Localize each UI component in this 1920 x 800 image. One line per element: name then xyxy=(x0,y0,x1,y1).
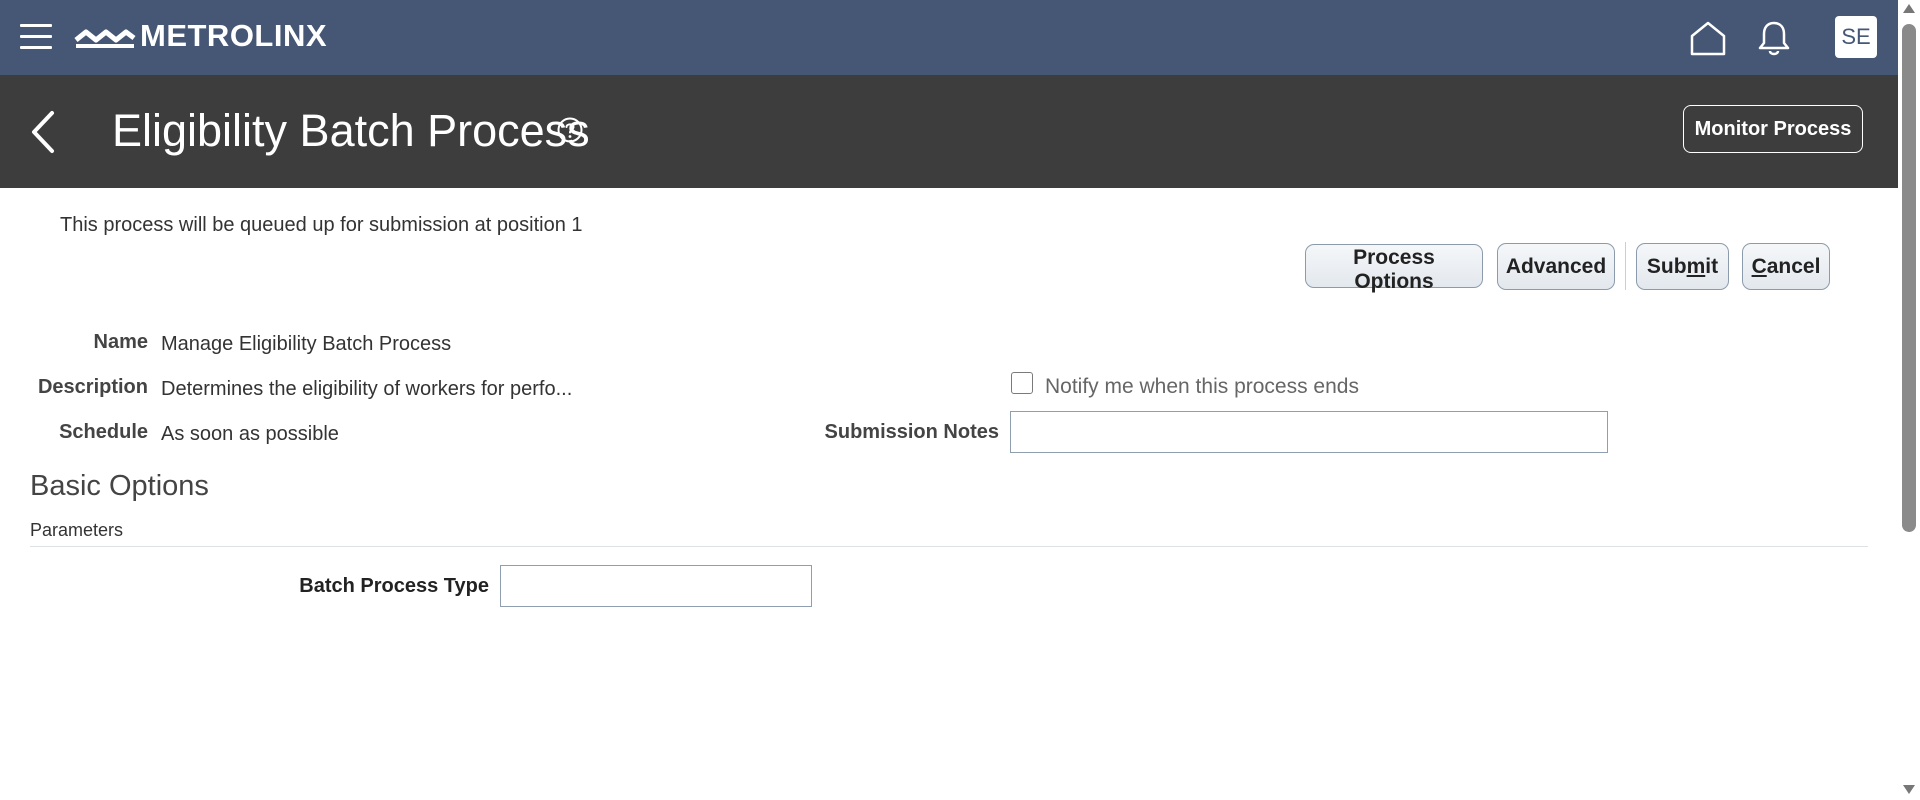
scroll-down-arrow-icon[interactable] xyxy=(1903,785,1915,794)
schedule-value: As soon as possible xyxy=(161,423,339,445)
bell-icon[interactable] xyxy=(1756,18,1792,58)
notify-checkbox[interactable] xyxy=(1011,372,1033,394)
monitor-process-button[interactable]: Monitor Process xyxy=(1683,105,1863,153)
notify-checkbox-label[interactable]: Notify me when this process ends xyxy=(1045,375,1359,399)
hamburger-menu-icon[interactable] xyxy=(20,24,52,50)
home-icon[interactable] xyxy=(1688,18,1728,58)
back-icon[interactable] xyxy=(28,107,58,157)
name-label: Name xyxy=(93,331,148,353)
cancel-button[interactable]: Cancel xyxy=(1742,243,1830,290)
metrolinx-logo-mark-icon xyxy=(74,29,136,48)
batch-process-type-input[interactable] xyxy=(500,565,812,607)
description-value: Determines the eligibility of workers fo… xyxy=(161,378,573,400)
queue-position-message: This process will be queued up for submi… xyxy=(60,214,583,236)
submit-button[interactable]: Submit xyxy=(1636,243,1729,290)
submission-notes-input[interactable] xyxy=(1010,411,1608,453)
page-title: Eligibility Batch Process xyxy=(112,105,590,156)
submit-label-start: Sub xyxy=(1646,254,1687,278)
cancel-access-key: C xyxy=(1751,254,1767,278)
help-icon[interactable] xyxy=(556,116,584,144)
brand-name: METROLINX xyxy=(140,18,328,53)
user-avatar[interactable]: SE xyxy=(1835,16,1877,58)
schedule-label: Schedule xyxy=(59,421,148,443)
batch-process-type-label: Batch Process Type xyxy=(299,575,489,597)
vertical-scrollbar[interactable] xyxy=(1898,0,1920,800)
submission-notes-label: Submission Notes xyxy=(824,421,999,443)
button-separator xyxy=(1625,242,1626,290)
page-title-bar: Eligibility Batch Process Monitor Proces… xyxy=(0,75,1898,188)
basic-options-heading: Basic Options xyxy=(30,470,209,502)
top-navigation-bar: METROLINX SE xyxy=(0,0,1898,75)
name-value: Manage Eligibility Batch Process xyxy=(161,333,452,355)
submit-access-key: m xyxy=(1686,254,1706,278)
parameters-subheading: Parameters xyxy=(30,520,124,540)
cancel-label-end: ancel xyxy=(1766,254,1821,278)
process-options-button[interactable]: Process Options xyxy=(1305,244,1483,293)
submit-label-end: it xyxy=(1705,254,1719,278)
scrollbar-thumb[interactable] xyxy=(1902,24,1916,532)
section-divider xyxy=(30,546,1868,547)
metrolinx-logo[interactable]: METROLINX xyxy=(74,18,327,54)
description-label: Description xyxy=(37,376,148,398)
advanced-button[interactable]: Advanced xyxy=(1497,243,1615,290)
scroll-up-arrow-icon[interactable] xyxy=(1903,4,1915,13)
